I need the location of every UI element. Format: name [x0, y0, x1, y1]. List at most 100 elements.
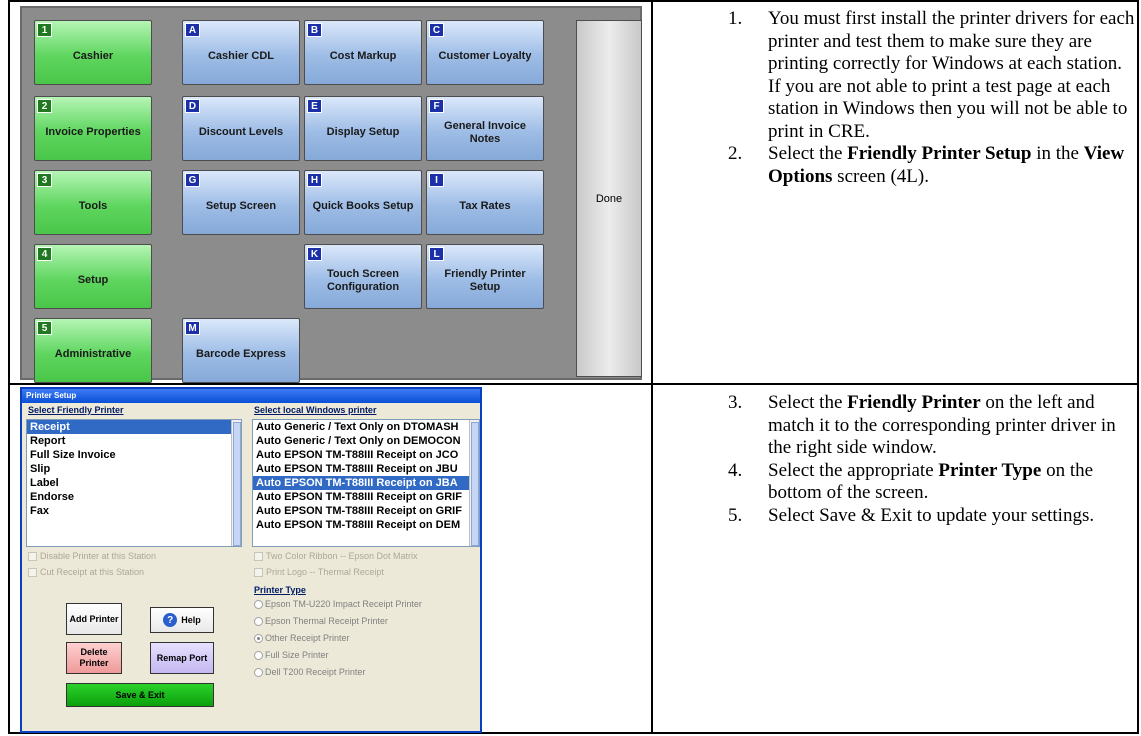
option-button-label: Barcode Express — [196, 348, 286, 360]
option-button-label: Customer Loyalty — [438, 50, 532, 62]
radio-dot — [254, 650, 263, 660]
printer-type-label: Other Receipt Printer — [265, 633, 350, 643]
option-button-5[interactable]: 5 Administrative — [34, 318, 152, 383]
friendly-printer-item[interactable]: Receipt — [27, 420, 241, 434]
option-button-label: Administrative — [54, 348, 132, 360]
option-button-e[interactable]: E Display Setup — [304, 96, 422, 161]
shortcut-key-badge: 2 — [37, 99, 52, 113]
windows-printer-item[interactable]: Auto EPSON TM-T88III Receipt on GRIF — [253, 504, 479, 518]
scrollbar[interactable] — [469, 420, 479, 546]
windows-printer-item[interactable]: Auto EPSON TM-T88III Receipt on JBA — [253, 476, 479, 490]
shortcut-key-badge: M — [185, 321, 200, 335]
option-button-4[interactable]: 4 Setup — [34, 244, 152, 309]
add-printer-button[interactable]: Add Printer — [66, 603, 122, 635]
printer-type-label: Full Size Printer — [265, 650, 329, 660]
delete-printer-button[interactable]: Delete Printer — [66, 642, 122, 674]
printer-type-radio[interactable]: Epson Thermal Receipt Printer — [254, 616, 388, 626]
step-5: 5. Select Save & Exit to update your set… — [728, 504, 1095, 526]
option-button-1[interactable]: 1 Cashier — [34, 20, 152, 85]
document-table: 1 Cashier A Cashier CDL B Cost Markup C Custome… — [8, 0, 1139, 734]
column-divider — [651, 2, 653, 732]
windows-printer-item[interactable]: Auto EPSON TM-T88III Receipt on DEM — [253, 518, 479, 532]
printer-type-label: Epson TM-U220 Impact Receipt Printer — [265, 599, 422, 609]
option-button-d[interactable]: D Discount Levels — [182, 96, 300, 161]
step-3: 3. Select the Friendly Printer on the le… — [728, 392, 1116, 458]
shortcut-key-badge: E — [307, 99, 322, 113]
option-button-label: Touch Screen Configuration — [326, 267, 400, 293]
option-button-label: Setup Screen — [205, 200, 277, 212]
option-button-label: General Invoice Notes — [444, 119, 526, 145]
option-button-m[interactable]: M Barcode Express — [182, 318, 300, 383]
friendly-printer-item[interactable]: Fax — [27, 504, 241, 518]
shortcut-key-badge: A — [185, 23, 200, 37]
windows-printer-item[interactable]: Auto EPSON TM-T88III Receipt on JBU — [253, 462, 479, 476]
friendly-printer-item[interactable]: Slip — [27, 462, 241, 476]
done-button[interactable]: Done — [576, 20, 642, 377]
shortcut-key-badge: I — [429, 173, 444, 187]
instructions-top: 1. You must first install the printer dr… — [728, 8, 1136, 188]
friendly-printer-item[interactable]: Label — [27, 476, 241, 490]
option-button-label: Cashier CDL — [207, 50, 275, 62]
option-button-label: Tools — [78, 200, 108, 212]
shortcut-key-badge: D — [185, 99, 200, 113]
shortcut-key-badge: F — [429, 99, 444, 113]
option-button-label: Display Setup — [326, 126, 400, 138]
shortcut-key-badge: K — [307, 247, 322, 261]
scrollbar[interactable] — [231, 420, 241, 546]
windows-printer-item[interactable]: Auto EPSON TM-T88III Receipt on JCO — [253, 448, 479, 462]
windows-printer-item[interactable]: Auto EPSON TM-T88III Receipt on GRIF — [253, 490, 479, 504]
option-button-g[interactable]: G Setup Screen — [182, 170, 300, 235]
windows-printer-item[interactable]: Auto Generic / Text Only on DEMOCON — [253, 434, 479, 448]
two-color-ribbon-checkbox[interactable]: Two Color Ribbon -- Epson Dot Matrix — [254, 551, 418, 561]
option-button-b[interactable]: B Cost Markup — [304, 20, 422, 85]
step-2: 2. Select the Friendly Printer Setup in … — [728, 143, 1125, 187]
option-button-label: Discount Levels — [198, 126, 284, 138]
view-options-screenshot: 1 Cashier A Cashier CDL B Cost Markup C Custome… — [20, 6, 642, 383]
shortcut-key-badge: 4 — [37, 247, 52, 261]
option-button-k[interactable]: K Touch Screen Configuration — [304, 244, 422, 309]
cut-receipt-checkbox[interactable]: Cut Receipt at this Station — [28, 567, 144, 577]
printer-type-radio[interactable]: Epson TM-U220 Impact Receipt Printer — [254, 599, 422, 609]
radio-dot — [254, 616, 263, 626]
option-button-c[interactable]: C Customer Loyalty — [426, 20, 544, 85]
windows-printer-item[interactable]: Auto Generic / Text Only on DTOMASH — [253, 420, 479, 434]
option-button-2[interactable]: 2 Invoice Properties — [34, 96, 152, 161]
friendly-printer-list[interactable]: Receipt Report Full Size Invoice Slip Label E… — [26, 419, 242, 547]
printer-type-radio[interactable]: Dell T200 Receipt Printer — [254, 667, 365, 677]
option-button-label: Cost Markup — [329, 50, 397, 62]
disable-printer-checkbox[interactable]: Disable Printer at this Station — [28, 551, 156, 561]
option-button-label: Quick Books Setup — [312, 200, 414, 212]
step-4: 4. Select the appropriate Printer Type o… — [728, 459, 1094, 504]
option-button-i[interactable]: I Tax Rates — [426, 170, 544, 235]
printer-type-label: Epson Thermal Receipt Printer — [265, 616, 388, 626]
printer-type-radio[interactable]: Other Receipt Printer — [254, 633, 350, 643]
shortcut-key-badge: B — [307, 23, 322, 37]
shortcut-key-badge: G — [185, 173, 200, 187]
save-exit-button[interactable]: Save & Exit — [66, 683, 214, 707]
dialog-title: Printer Setup — [22, 389, 480, 403]
friendly-printer-item[interactable]: Full Size Invoice — [27, 448, 241, 462]
option-button-a[interactable]: A Cashier CDL — [182, 20, 300, 85]
radio-dot — [254, 599, 263, 609]
printer-setup-screenshot: Printer Setup Select Friendly Printer Se… — [20, 387, 482, 733]
windows-printer-list[interactable]: Auto Generic / Text Only on DTOMASH Auto … — [252, 419, 480, 547]
friendly-printer-item[interactable]: Endorse — [27, 490, 241, 504]
option-button-3[interactable]: 3 Tools — [34, 170, 152, 235]
shortcut-key-badge: H — [307, 173, 322, 187]
print-logo-checkbox[interactable]: Print Logo -- Thermal Receipt — [254, 567, 384, 577]
radio-dot — [254, 667, 263, 677]
instructions-bottom: 3. Select the Friendly Printer on the le… — [728, 392, 1136, 527]
option-button-h[interactable]: H Quick Books Setup — [304, 170, 422, 235]
help-button[interactable]: ? Help — [150, 607, 214, 633]
option-button-l[interactable]: L Friendly Printer Setup — [426, 244, 544, 309]
option-button-label: Tax Rates — [459, 200, 511, 212]
printer-type-radio[interactable]: Full Size Printer — [254, 650, 329, 660]
option-button-f[interactable]: F General Invoice Notes — [426, 96, 544, 161]
remap-port-button[interactable]: Remap Port — [150, 642, 214, 674]
shortcut-key-badge: L — [429, 247, 444, 261]
friendly-printer-heading: Select Friendly Printer — [28, 405, 124, 415]
shortcut-key-badge: 3 — [37, 173, 52, 187]
windows-printer-heading: Select local Windows printer — [254, 405, 377, 415]
friendly-printer-item[interactable]: Report — [27, 434, 241, 448]
printer-type-label: Dell T200 Receipt Printer — [265, 667, 366, 677]
